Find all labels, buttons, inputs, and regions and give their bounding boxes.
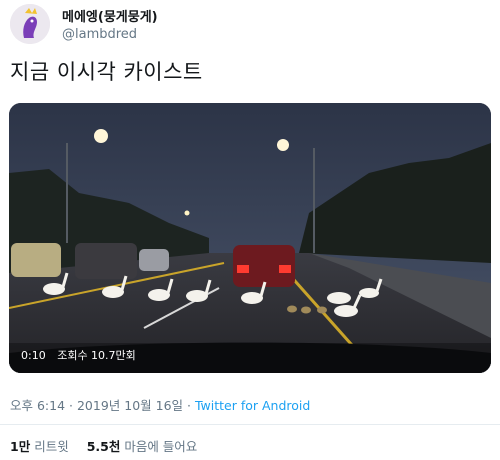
divider: [0, 424, 500, 425]
tweet-timestamp[interactable]: 오후 6:14 · 2019년 10월 16일: [10, 398, 183, 413]
meta-separator: ·: [183, 398, 195, 413]
video-frame: [9, 103, 491, 373]
like-stat[interactable]: 5.5천 마음에 들어요: [87, 439, 198, 454]
user-handle[interactable]: @lambdred: [62, 26, 158, 43]
avatar[interactable]: [10, 4, 50, 44]
retweet-count: 1만: [10, 439, 31, 454]
like-label: 마음에 들어요: [124, 439, 198, 454]
tweet-text: 지금 이시각 카이스트: [10, 60, 203, 84]
video-view-count: 조회수 10.7만회: [57, 349, 136, 362]
video-player[interactable]: 0:10 조회수 10.7만회: [9, 103, 491, 373]
tweet-meta: 오후 6:14 · 2019년 10월 16일 · Twitter for An…: [10, 395, 310, 414]
like-count: 5.5천: [86, 439, 121, 454]
video-duration: 0:10: [21, 349, 46, 362]
tweet-stats: 1만 리트윗 5.5천 마음에 들어요: [10, 436, 211, 455]
tweet-source-link[interactable]: Twitter for Android: [195, 398, 310, 413]
retweet-stat[interactable]: 1만 리트윗: [10, 439, 69, 454]
video-info: 0:10 조회수 10.7만회: [21, 347, 144, 363]
avatar-illustration: [10, 4, 50, 44]
tweet-header: 메에엥(뭉게뭉게) @lambdred: [10, 4, 490, 48]
display-name[interactable]: 메에엥(뭉게뭉게): [62, 10, 158, 26]
retweet-label: 리트윗: [34, 439, 69, 454]
user-name-block: 메에엥(뭉게뭉게) @lambdred: [62, 10, 158, 43]
